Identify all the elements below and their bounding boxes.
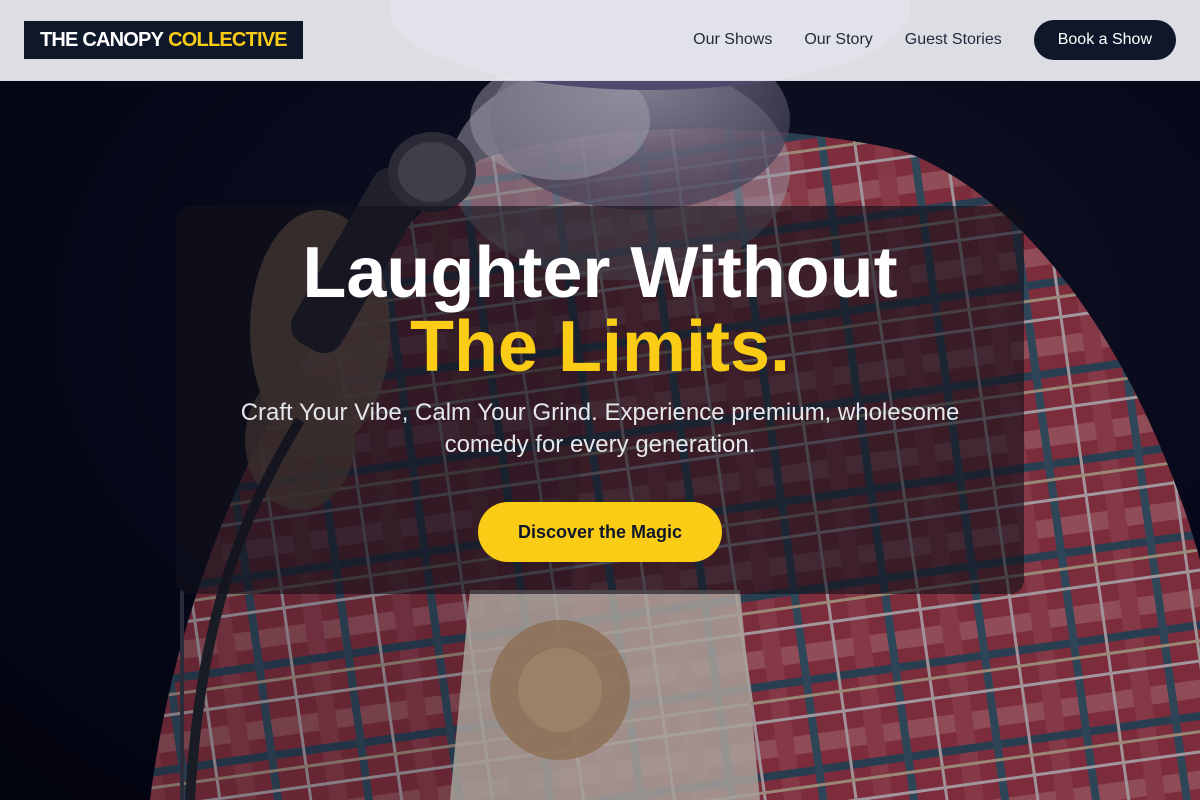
logo-primary: THE CANOPY (40, 28, 164, 51)
headline-line-1: Laughter Without (302, 233, 898, 313)
nav-link-guest-stories[interactable]: Guest Stories (905, 31, 1002, 49)
book-a-show-button[interactable]: Book a Show (1033, 20, 1176, 60)
nav-link-our-story[interactable]: Our Story (804, 31, 872, 49)
hero-subtitle: Craft Your Vibe, Calm Your Grind. Experi… (240, 399, 960, 458)
site-logo[interactable]: THE CANOPY COLLECTIVE (24, 21, 303, 59)
hero-headline: Laughter Without The Limits. (176, 236, 1024, 384)
main-nav: Our Shows Our Story Guest Stories Book a… (693, 20, 1176, 60)
discover-the-magic-button[interactable]: Discover the Magic (478, 502, 722, 562)
nav-link-our-shows[interactable]: Our Shows (693, 31, 772, 49)
headline-line-2: The Limits. (409, 307, 791, 387)
hero-card: Laughter Without The Limits. Craft Your … (176, 206, 1024, 594)
site-header: THE CANOPY COLLECTIVE Our Shows Our Stor… (0, 0, 1200, 81)
logo-accent: COLLECTIVE (168, 28, 287, 51)
